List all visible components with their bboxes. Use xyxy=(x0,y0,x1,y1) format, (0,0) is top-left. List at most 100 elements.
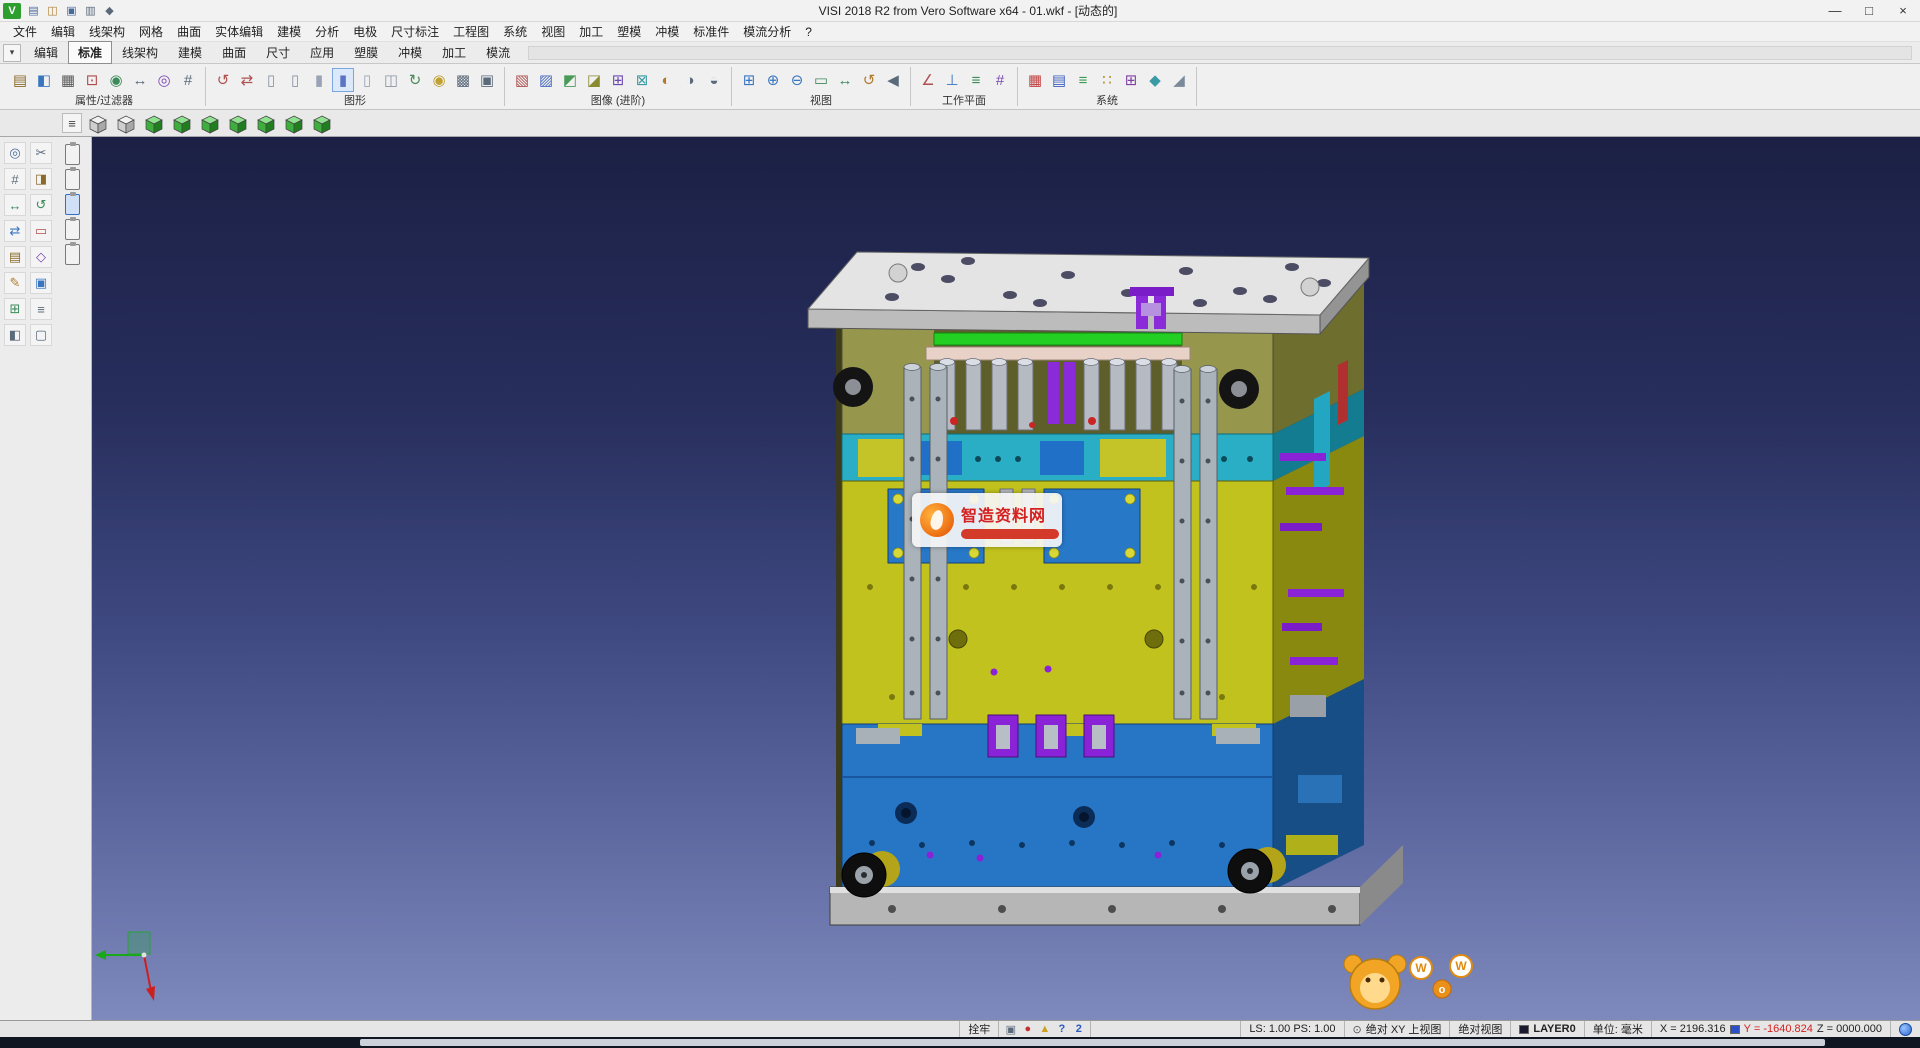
view-iso-icon[interactable] xyxy=(310,112,334,134)
plane-clipboard-icon[interactable] xyxy=(65,244,80,265)
workplane-align-icon[interactable]: ⊥ xyxy=(941,68,963,92)
menu-item[interactable]: 系统 xyxy=(496,23,534,40)
view-dynamic-icon[interactable] xyxy=(86,112,110,134)
mirror-icon[interactable]: ⇄ xyxy=(4,220,26,242)
menu-item[interactable]: 建模 xyxy=(270,23,308,40)
pan-icon[interactable]: ↔ xyxy=(834,68,856,92)
contrast-icon[interactable]: ◑ xyxy=(679,68,701,92)
select-icon[interactable]: ◎ xyxy=(4,142,26,164)
view-wireframe-cube-icon[interactable] xyxy=(114,112,138,134)
scale-status[interactable]: LS: 1.00 PS: 1.00 xyxy=(1240,1021,1343,1037)
status-globe-field[interactable] xyxy=(1890,1021,1920,1037)
diamond-select-icon[interactable]: ◇ xyxy=(30,246,52,268)
print-icon[interactable]: ▥ xyxy=(82,4,99,17)
message-count-badge[interactable]: 2 xyxy=(1070,1023,1087,1035)
visibility-filter-icon[interactable]: ◎ xyxy=(153,68,175,92)
menu-item[interactable]: 线架构 xyxy=(82,23,132,40)
shaded-mode-icon[interactable]: ▮ xyxy=(308,68,330,92)
menu-item[interactable]: 编辑 xyxy=(44,23,82,40)
tab[interactable]: 线架构 xyxy=(112,41,168,64)
minimize-button[interactable]: — xyxy=(1818,0,1852,21)
menu-item[interactable]: 尺寸标注 xyxy=(384,23,446,40)
refresh-view-icon[interactable]: ↺ xyxy=(212,68,234,92)
fill-icon[interactable]: ▣ xyxy=(30,272,52,294)
tab[interactable]: 模流 xyxy=(476,41,520,64)
tab[interactable]: 尺寸 xyxy=(256,41,300,64)
view-back-icon[interactable] xyxy=(254,112,278,134)
mold-assembly-model[interactable] xyxy=(808,252,1403,925)
shadow-icon[interactable]: ◪ xyxy=(583,68,605,92)
zoom-window-icon[interactable]: ⊞ xyxy=(738,68,760,92)
tab[interactable]: 塑膜 xyxy=(344,41,388,64)
material-icon[interactable]: ◩ xyxy=(559,68,581,92)
menu-item[interactable]: 加工 xyxy=(572,23,610,40)
workplane-entity-icon[interactable]: ≡ xyxy=(965,68,987,92)
tab[interactable]: 建模 xyxy=(168,41,212,64)
entity-attributes-icon[interactable]: ▤ xyxy=(9,68,31,92)
section-view-icon[interactable]: ◫ xyxy=(380,68,402,92)
screen-capture-icon[interactable]: ▣ xyxy=(1002,1023,1019,1036)
regenerate-icon[interactable]: ⇄ xyxy=(236,68,258,92)
units-status[interactable]: 单位: 毫米 xyxy=(1584,1021,1651,1037)
wireframe-mode-icon[interactable]: ▯ xyxy=(260,68,282,92)
zoom-fit-icon[interactable]: ▭ xyxy=(810,68,832,92)
scissors-icon[interactable]: ✂ xyxy=(30,142,52,164)
viewport-3d[interactable]: W o W 智造资料网 xyxy=(92,137,1920,1020)
workplane-3point-icon[interactable]: # xyxy=(989,68,1011,92)
menu-item[interactable]: 工程图 xyxy=(446,23,496,40)
maximize-button[interactable]: □ xyxy=(1852,0,1886,21)
hidden-line-mode-icon[interactable]: ▯ xyxy=(284,68,306,92)
tab[interactable]: 标准 xyxy=(68,41,112,64)
menu-item[interactable]: 网格 xyxy=(132,23,170,40)
ambient-icon[interactable]: ⊠ xyxy=(631,68,653,92)
rotate-view-icon[interactable]: ↺ xyxy=(858,68,880,92)
dynamic-rotate-icon[interactable]: ↻ xyxy=(404,68,426,92)
grid-settings-icon[interactable]: ⊞ xyxy=(1120,68,1142,92)
menu-item[interactable]: 标准件 xyxy=(686,23,736,40)
move-icon[interactable]: ↔ xyxy=(4,194,26,216)
absolute-view-status[interactable]: 绝对视图 xyxy=(1449,1021,1510,1037)
view-menu-icon[interactable]: ≡ xyxy=(62,113,82,133)
workplane-xy-icon[interactable]: ∠ xyxy=(917,68,939,92)
magnet-snap-icon[interactable]: ◉ xyxy=(105,68,127,92)
menu-item[interactable]: 塑模 xyxy=(610,23,648,40)
menu-item[interactable]: 曲面 xyxy=(170,23,208,40)
color-filter-icon[interactable]: ◧ xyxy=(33,68,55,92)
menu-item[interactable]: ? xyxy=(798,25,819,39)
point-style-icon[interactable]: ∷ xyxy=(1096,68,1118,92)
offset-icon[interactable]: ▭ xyxy=(30,220,52,242)
plane-clipboard-icon[interactable] xyxy=(65,219,80,240)
record-icon[interactable]: ● xyxy=(1019,1023,1036,1035)
render-icon[interactable]: ▧ xyxy=(511,68,533,92)
options-icon[interactable]: ◆ xyxy=(1144,68,1166,92)
reflection-icon[interactable]: ⊞ xyxy=(607,68,629,92)
view-orientation-status[interactable]: ⊙ 绝对 XY 上视图 xyxy=(1344,1021,1450,1037)
exposure-icon[interactable]: ◐ xyxy=(655,68,677,92)
open-file-icon[interactable]: ◫ xyxy=(44,4,61,17)
layer-status[interactable]: LAYER0 xyxy=(1510,1021,1583,1037)
menu-item[interactable]: 实体编辑 xyxy=(208,23,270,40)
shaded-edges-mode-icon[interactable]: ▮ xyxy=(332,68,354,92)
color-table-icon[interactable]: ▦ xyxy=(1024,68,1046,92)
half-shade-icon[interactable]: ◧ xyxy=(4,324,26,346)
plane-clipboard-icon[interactable] xyxy=(65,144,80,165)
save-icon[interactable]: ▣ xyxy=(63,4,80,17)
lock-status[interactable]: 拴牢 xyxy=(959,1021,998,1037)
view-left-icon[interactable] xyxy=(226,112,250,134)
transparent-mode-icon[interactable]: ▯ xyxy=(356,68,378,92)
view-right-icon[interactable] xyxy=(198,112,222,134)
tab[interactable]: 曲面 xyxy=(212,41,256,64)
horizontal-scrollbar[interactable] xyxy=(360,1039,1825,1046)
menu-item[interactable]: 冲模 xyxy=(648,23,686,40)
tab[interactable]: 加工 xyxy=(432,41,476,64)
menu-item[interactable]: 视图 xyxy=(534,23,572,40)
layer-manager-icon[interactable]: ▦ xyxy=(57,68,79,92)
menu-item[interactable]: 分析 xyxy=(308,23,346,40)
measure-icon[interactable]: ↔ xyxy=(129,68,151,92)
plane-clipboard-icon[interactable] xyxy=(65,169,80,190)
tab[interactable]: 应用 xyxy=(300,41,344,64)
zoom-in-icon[interactable]: ⊕ xyxy=(762,68,784,92)
line-style-icon[interactable]: ≡ xyxy=(1072,68,1094,92)
purge-icon[interactable]: # xyxy=(177,68,199,92)
texture-icon[interactable]: ▨ xyxy=(535,68,557,92)
